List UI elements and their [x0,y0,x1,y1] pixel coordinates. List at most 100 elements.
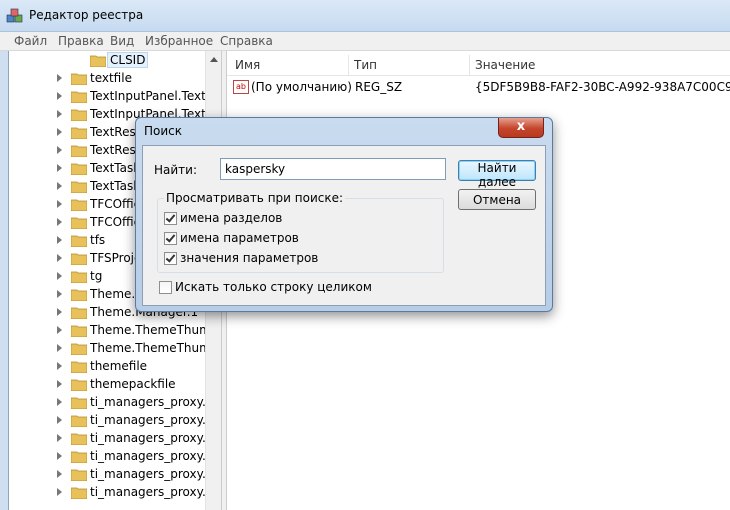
checkbox[interactable] [164,212,177,225]
checkbox[interactable] [159,281,172,294]
tree-item-label: TFSProje [90,251,142,265]
expand-arrow-icon[interactable] [57,200,62,208]
folder-icon [71,397,87,409]
expand-arrow-icon[interactable] [57,74,62,82]
find-label: Найти: [154,163,198,177]
expand-arrow-icon[interactable] [57,308,62,316]
cancel-button[interactable]: Отмена [458,189,536,210]
folder-icon [71,199,87,211]
checkmark-icon [165,212,176,223]
checkbox[interactable] [164,252,177,265]
tree-item[interactable]: TextInputPanel.TextIn [9,88,217,106]
expand-arrow-icon[interactable] [57,92,62,100]
tree-item-label: ti_managers_proxy.Sy [90,449,221,463]
folder-icon [71,343,87,355]
menu-favorites[interactable]: Избранное [145,34,213,48]
tree-item-label: themefile [90,359,148,373]
option-label: Искать только строку целиком [175,280,372,294]
expand-arrow-icon[interactable] [57,380,62,388]
expand-arrow-icon[interactable] [57,416,62,424]
find-dialog: Поиск x Найти: Найти далее Отмена Просма… [135,117,553,312]
tree-item-label: ti_managers_proxy.Ve [90,467,221,481]
tree-item-label: themepackfile [90,377,176,391]
tree-item-label: ti_managers_proxy.Sy [90,431,221,445]
tree-item-label: ti_managers_proxy.Co [90,413,221,427]
tree-item-label: TextTask [90,179,141,193]
expand-arrow-icon[interactable] [57,182,62,190]
tree-item-label: Theme.ThemeThumb [90,323,219,337]
column-name[interactable]: Имя [235,58,260,72]
value-data: {5DF5B9B8-FAF2-30BC-A992-938A7C00C95B} [475,80,730,94]
expand-arrow-icon[interactable] [57,218,62,226]
tree-item[interactable]: ti_managers_proxy.Ve [9,484,220,502]
dialog-body: Найти: Найти далее Отмена Просматривать … [142,145,546,306]
tree-item-label: textfile [90,71,132,85]
folder-icon [71,73,87,85]
tree-item[interactable]: themefile [9,358,209,376]
menu-edit[interactable]: Правка [58,34,104,48]
checkbox[interactable] [164,232,177,245]
menu-bar: Файл Правка Вид Избранное Справка [0,32,730,51]
menu-help[interactable]: Справка [220,34,273,48]
checkmark-icon [165,252,176,263]
menu-file[interactable]: Файл [14,34,47,48]
list-header: Имя Тип Значение [227,55,730,76]
folder-icon [71,217,87,229]
list-item[interactable]: ab (По умолчанию) REG_SZ {5DF5B9B8-FAF2-… [227,78,730,96]
option-label: значения параметров [180,251,319,265]
tree-item-selected[interactable]: CLSID [9,52,209,70]
folder-icon [71,415,87,427]
menu-view[interactable]: Вид [110,34,134,48]
folder-icon [71,109,87,121]
tree-item[interactable]: ti_managers_proxy.Co [9,412,221,430]
tree-item[interactable]: themepackfile [9,376,209,394]
title-bar: Редактор реестра [0,0,730,32]
tree-item-label: TFCOffic [90,215,141,229]
folder-icon [71,325,87,337]
tree-item[interactable]: ti_managers_proxy.Co [9,394,221,412]
expand-arrow-icon[interactable] [57,254,62,262]
expand-arrow-icon[interactable] [57,398,62,406]
expand-arrow-icon[interactable] [57,110,62,118]
tree-item[interactable]: ti_managers_proxy.Ve [9,466,220,484]
expand-arrow-icon[interactable] [57,164,62,172]
folder-icon [71,433,87,445]
expand-arrow-icon[interactable] [57,146,62,154]
folder-icon [71,307,87,319]
folder-icon [71,145,87,157]
expand-arrow-icon[interactable] [57,452,62,460]
expand-arrow-icon[interactable] [57,236,62,244]
folder-icon [71,451,87,463]
close-icon: x [516,119,526,134]
find-next-button[interactable]: Найти далее [458,160,536,189]
column-value[interactable]: Значение [475,58,535,72]
folder-icon [90,55,106,67]
tree-item-label: Theme.ThemeThumb [90,341,219,355]
look-at-group: Просматривать при поиске: имена разделов… [157,191,444,273]
expand-arrow-icon[interactable] [57,290,62,298]
expand-arrow-icon[interactable] [57,128,62,136]
expand-arrow-icon[interactable] [57,434,62,442]
close-button[interactable]: x [498,118,544,138]
tree-item[interactable]: ti_managers_proxy.Sy [9,430,221,448]
option-label: имена параметров [180,231,299,245]
scroll-up-arrow-icon[interactable] [210,57,218,62]
value-name: (По умолчанию) [251,80,352,94]
expand-arrow-icon[interactable] [57,326,62,334]
tree-item[interactable]: textfile [9,70,209,88]
column-divider[interactable] [348,55,349,76]
expand-arrow-icon[interactable] [57,272,62,280]
tree-item[interactable]: Theme.ThemeThumb [9,322,218,340]
expand-arrow-icon[interactable] [57,362,62,370]
column-type[interactable]: Тип [354,58,377,72]
find-input[interactable] [220,158,446,180]
expand-arrow-icon[interactable] [57,470,62,478]
expand-arrow-icon[interactable] [57,344,62,352]
value-type: REG_SZ [355,80,403,94]
column-divider[interactable] [469,55,470,76]
folder-icon [71,379,87,391]
tree-item[interactable]: Theme.ThemeThumb [9,340,218,358]
tree-item[interactable]: ti_managers_proxy.Sy [9,448,221,466]
folder-icon [71,181,87,193]
expand-arrow-icon[interactable] [57,488,62,496]
